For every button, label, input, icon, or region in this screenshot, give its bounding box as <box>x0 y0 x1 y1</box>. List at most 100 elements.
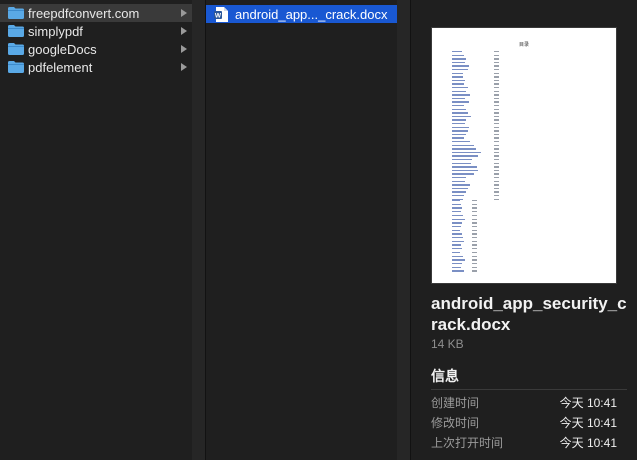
toc-page-number <box>494 69 499 71</box>
toc-page-number <box>494 133 499 136</box>
toc-page-number <box>472 211 477 213</box>
toc-entry-line <box>452 225 461 228</box>
toc-entry-line <box>452 222 462 224</box>
toc-page-number <box>494 97 499 100</box>
toc-entry-line <box>452 211 461 213</box>
folder-icon <box>8 43 24 55</box>
toc-page-number <box>494 191 499 193</box>
toc-entry-line <box>452 240 465 243</box>
toc-page-number <box>472 255 477 257</box>
toc-page-number <box>494 130 499 132</box>
toc-entry-line <box>452 72 463 74</box>
toc-entry-line <box>452 130 468 132</box>
toc-entry-line <box>452 83 464 85</box>
toc-page-number <box>494 83 499 85</box>
toc-page-number <box>472 266 477 268</box>
toc-entry-line <box>452 94 470 96</box>
toc-page-number <box>494 115 499 118</box>
chevron-right-icon <box>181 45 187 53</box>
toc-page-number <box>494 184 499 186</box>
toc-entry-line <box>452 51 462 53</box>
toc-page-number <box>494 90 499 92</box>
meta-value: 今天 10:41 <box>559 436 617 450</box>
toc-page-number <box>494 58 499 60</box>
toc-entry-line <box>452 54 464 56</box>
toc-page-number <box>472 233 477 235</box>
toc-page-number <box>472 225 477 228</box>
toc-entry-line <box>452 61 466 64</box>
toc-page-number <box>494 101 499 103</box>
toc-entry-line <box>452 133 467 136</box>
toc-page-number <box>494 180 499 182</box>
toc-page-number <box>472 270 477 272</box>
toc-page-number <box>494 112 499 114</box>
toc-entry-line <box>452 262 462 265</box>
toc-page-number <box>494 159 499 161</box>
file-size: 14 KB <box>431 337 464 351</box>
toc-entry-line <box>452 218 466 220</box>
toc-entry-line <box>452 126 469 128</box>
toc-page-number <box>494 51 499 53</box>
folder-item-freepdfconvert[interactable]: freepdfconvert.com <box>0 4 192 22</box>
svg-text:W: W <box>215 12 222 19</box>
column-resize-gutter[interactable] <box>397 0 411 460</box>
meta-value: 今天 10:41 <box>559 416 617 430</box>
toc-entry-line <box>452 155 479 157</box>
toc-entry-line <box>452 191 467 193</box>
folder-item-simplypdf[interactable]: simplypdf <box>0 22 192 40</box>
toc-entry-line <box>452 270 465 272</box>
toc-page-number <box>472 248 477 250</box>
toc-entry-line <box>452 90 467 92</box>
file-item-android-app-security-crack[interactable]: W android_app..._crack.docx <box>206 5 397 23</box>
toc-page-number <box>494 76 499 78</box>
meta-row-last-opened: 上次打开时间 今天 10:41 <box>431 434 617 451</box>
column-resize-gutter[interactable] <box>192 0 206 460</box>
preview-pane: 目录 android_app_security_crack.docx 14 KB… <box>411 0 637 460</box>
toc-page-number <box>494 119 499 121</box>
toc-entry-line <box>452 173 474 175</box>
toc-entry-line <box>452 214 463 217</box>
toc-page-number <box>494 72 499 74</box>
toc-page-number <box>494 54 499 56</box>
toc-entry-line <box>452 101 469 103</box>
toc-page-number <box>472 207 477 209</box>
toc-entry-line <box>452 251 460 254</box>
toc-entry-line <box>452 65 469 67</box>
toc-entry-line <box>452 233 462 235</box>
meta-key: 上次打开时间 <box>431 436 504 450</box>
file-name: android_app_security_crack.docx <box>431 294 627 334</box>
chevron-right-icon <box>181 27 187 35</box>
word-doc-icon: W <box>214 6 228 22</box>
toc-entry-line <box>452 97 466 100</box>
toc-entry-line <box>452 112 468 114</box>
folder-label: googleDocs <box>28 41 97 57</box>
meta-value: 今天 10:41 <box>559 396 617 410</box>
toc-entry-line <box>452 162 472 164</box>
toc-page-number <box>472 214 477 217</box>
folder-item-googledocs[interactable]: googleDocs <box>0 40 192 58</box>
toc-entry-line <box>452 184 470 186</box>
toc-entry-line <box>452 200 460 202</box>
toc-page-number <box>472 244 477 246</box>
folder-item-pdfelement[interactable]: pdfelement <box>0 58 192 76</box>
toc-page-number <box>472 259 477 261</box>
meta-key: 创建时间 <box>431 396 480 410</box>
toc-entry-line <box>452 137 464 139</box>
toc-page-number <box>494 137 499 139</box>
toc-page-number <box>494 187 499 190</box>
toc-page-number <box>494 169 499 172</box>
folder-label: pdfelement <box>28 59 93 75</box>
toc-page-number <box>494 141 499 143</box>
toc-page-number <box>472 200 477 202</box>
toc-entry-line <box>452 69 468 71</box>
toc-entry-line <box>452 195 464 197</box>
toc-entry-line <box>452 255 463 257</box>
document-thumbnail[interactable]: 目录 <box>431 27 617 284</box>
toc-entry-line <box>452 203 461 206</box>
meta-row-created: 创建时间 今天 10:41 <box>431 394 617 411</box>
toc-page-number <box>472 251 477 254</box>
toc-entry-line <box>452 76 463 78</box>
folder-icon <box>8 25 24 37</box>
toc-entry-line <box>452 237 463 239</box>
toc-page-number <box>494 177 499 179</box>
